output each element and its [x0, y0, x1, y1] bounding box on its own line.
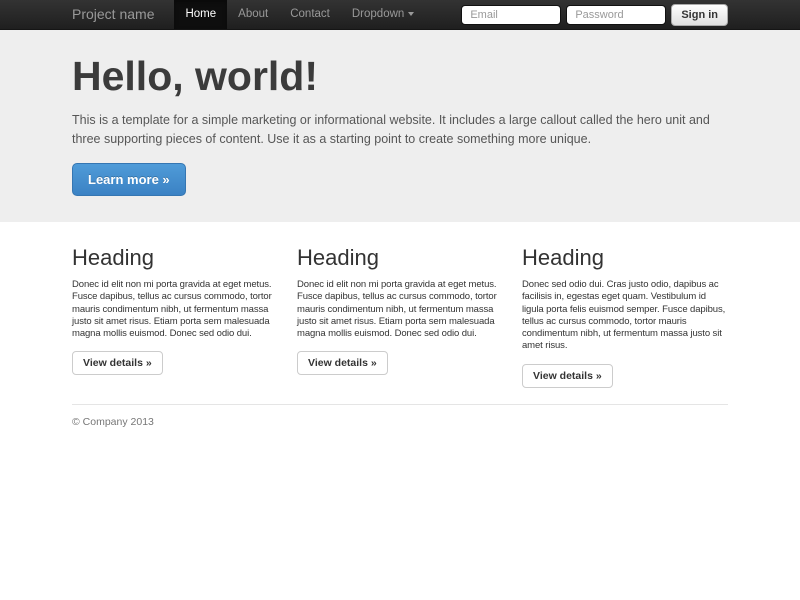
column-heading: Heading [297, 246, 503, 270]
column-heading: Heading [72, 246, 278, 270]
column-text: Donec id elit non mi porta gravida at eg… [297, 279, 503, 340]
copyright-text: © Company 2013 [72, 416, 154, 428]
nav-item-home[interactable]: Home [174, 0, 227, 29]
nav-item-dropdown[interactable]: Dropdown [341, 0, 425, 29]
content-column-3: Heading Donec sed odio dui. Cras justo o… [522, 222, 728, 388]
view-details-button-1[interactable]: View details » [72, 351, 163, 375]
footer: © Company 2013 [72, 404, 728, 428]
password-field[interactable] [566, 5, 666, 25]
sign-in-button[interactable]: Sign in [671, 4, 728, 26]
view-details-button-2[interactable]: View details » [297, 351, 388, 375]
hero-section: Hello, world! This is a template for a s… [0, 30, 800, 222]
nav-item-contact[interactable]: Contact [279, 0, 341, 29]
caret-down-icon [408, 12, 414, 16]
learn-more-button[interactable]: Learn more » [72, 163, 186, 196]
column-text: Donec id elit non mi porta gravida at eg… [72, 279, 278, 340]
navbar: Project name Home About Contact Dropdown… [0, 0, 800, 30]
nav-item-about[interactable]: About [227, 0, 279, 29]
content-column-1: Heading Donec id elit non mi porta gravi… [72, 222, 278, 388]
hero-description: This is a template for a simple marketin… [72, 111, 728, 149]
column-heading: Heading [522, 246, 728, 270]
brand-link[interactable]: Project name [72, 0, 174, 29]
column-text: Donec sed odio dui. Cras justo odio, dap… [522, 279, 728, 353]
content-columns: Heading Donec id elit non mi porta gravi… [0, 222, 800, 388]
content-column-2: Heading Donec id elit non mi porta gravi… [297, 222, 503, 388]
page-title: Hello, world! [72, 54, 728, 99]
signin-form: Sign in [461, 0, 728, 29]
view-details-button-3[interactable]: View details » [522, 364, 613, 388]
nav-item-dropdown-label: Dropdown [352, 8, 404, 20]
email-field[interactable] [461, 5, 561, 25]
